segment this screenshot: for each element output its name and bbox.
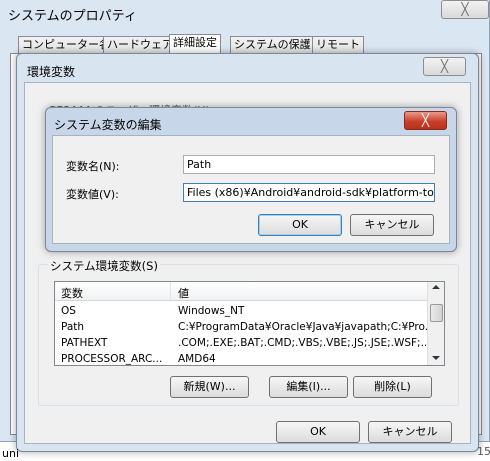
close-icon: ╳ (421, 113, 430, 127)
system-vars-label: システム環境変数(S) (48, 258, 160, 274)
new-variable-button[interactable]: 新規(W)... (170, 376, 249, 398)
row-var-value: AMD64 (178, 353, 216, 365)
edit-variable-button[interactable]: 編集(I)... (269, 376, 348, 398)
row-var-name: Path (61, 321, 85, 333)
env-dialog-close-button[interactable]: ╳ (423, 57, 466, 76)
edit-cancel-button[interactable]: キャンセル (350, 214, 434, 236)
listview-header: 変数 値 (55, 282, 427, 301)
background-number-fragment: 15 (477, 445, 490, 458)
row-var-value: Windows_NT (178, 305, 245, 317)
variable-name-input[interactable]: Path (183, 155, 435, 174)
row-var-name: OS (61, 305, 76, 317)
env-cancel-button[interactable]: キャンセル (368, 421, 452, 443)
system-properties-close-button[interactable]: ╳ (441, 0, 489, 19)
scroll-down-icon[interactable] (432, 356, 440, 360)
table-row[interactable]: PATHEXT .COM;.EXE;.BAT;.CMD;.VBS;.VBE;.J… (55, 336, 431, 350)
tab-hardware[interactable]: ハードウェア (103, 36, 177, 53)
column-header-name[interactable]: 変数 (61, 285, 83, 301)
edit-ok-button[interactable]: OK (258, 214, 342, 236)
column-divider (170, 282, 171, 300)
column-header-value[interactable]: 値 (178, 285, 189, 301)
scroll-up-icon[interactable] (432, 285, 440, 289)
variable-value-label: 変数値(V): (66, 188, 119, 201)
tab-system-protection[interactable]: システムの保護 (230, 36, 315, 53)
variable-name-label: 変数名(N): (66, 160, 120, 173)
close-icon: ╳ (440, 59, 449, 73)
table-row[interactable]: Path C:¥ProgramData¥Oracle¥Java¥javapath… (55, 320, 435, 334)
tab-computer-name[interactable]: コンピューター名 (18, 36, 114, 53)
system-vars-listview[interactable]: 変数 値 OS Windows_NT Path C:¥ProgramData¥O… (54, 281, 445, 366)
system-properties-title: システムのプロパティ (8, 9, 137, 24)
variable-value-input[interactable]: Files (x86)¥Android¥android-sdk¥platform… (183, 183, 435, 202)
row-var-value: C:¥ProgramData¥Oracle¥Java¥javapath;C:¥P… (178, 321, 435, 333)
tab-remote[interactable]: リモート (312, 36, 364, 53)
edit-dialog-title: システム変数の編集 (54, 118, 162, 132)
table-row[interactable]: PROCESSOR_ARC... AMD64 (55, 352, 427, 365)
listview-scrollbar[interactable] (427, 282, 444, 365)
edit-dialog-body: 変数名(N): Path 変数値(V): Files (x86)¥Android… (52, 135, 450, 244)
close-icon: ╳ (461, 2, 469, 16)
row-var-name: PATHEXT (61, 337, 108, 349)
row-var-value: .COM;.EXE;.BAT;.CMD;.VBS;.VBE;.JS;.JSE;.… (178, 337, 431, 349)
scroll-thumb[interactable] (430, 304, 443, 322)
delete-variable-button[interactable]: 削除(L) (353, 376, 432, 398)
edit-dialog-close-button[interactable]: ╳ (404, 111, 447, 130)
table-row[interactable]: OS Windows_NT (55, 304, 427, 318)
background-text-fragment: uni (2, 447, 19, 460)
edit-system-variable-dialog: システム変数の編集 ╳ 変数名(N): Path 変数値(V): Files (… (45, 107, 457, 252)
row-var-name: PROCESSOR_ARC... (61, 353, 163, 365)
tab-advanced[interactable]: 詳細設定 (169, 34, 221, 54)
env-dialog-title: 環境変数 (27, 65, 76, 79)
env-ok-button[interactable]: OK (276, 421, 360, 443)
